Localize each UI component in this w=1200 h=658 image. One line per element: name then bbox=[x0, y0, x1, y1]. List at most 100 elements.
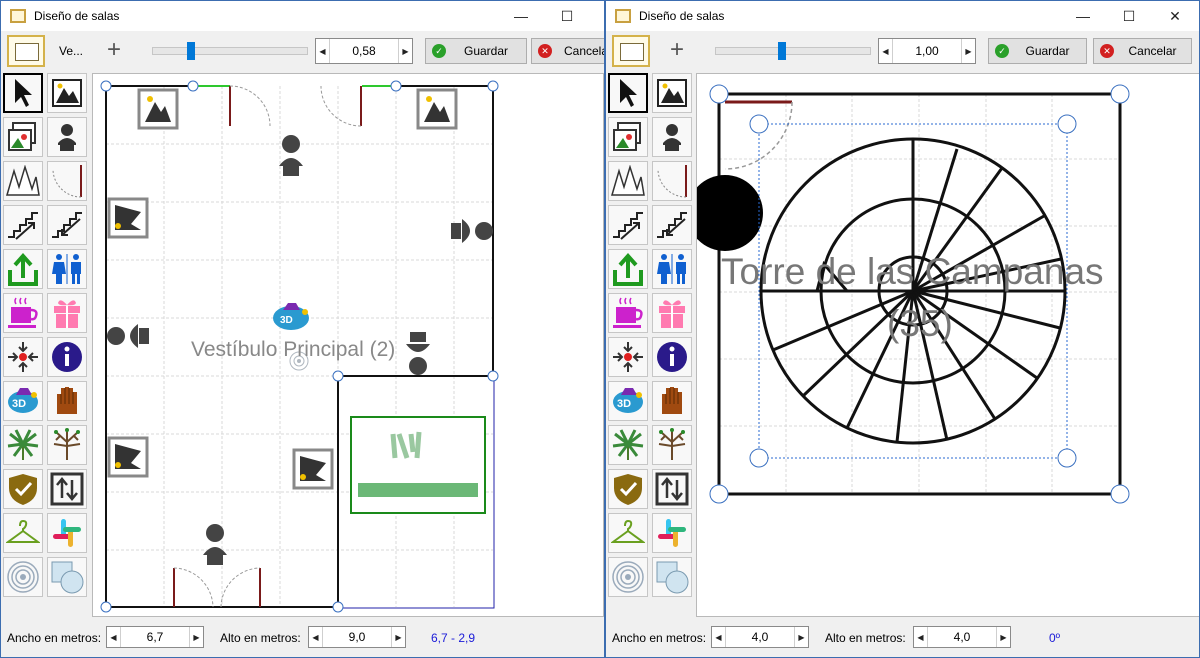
restroom-tool[interactable] bbox=[652, 249, 692, 289]
tree-tool[interactable] bbox=[652, 425, 692, 465]
zoom-slider-thumb[interactable] bbox=[187, 42, 196, 60]
cancel-button[interactable]: ✕ Cancelar bbox=[1093, 38, 1192, 64]
height-stepper[interactable]: ◀ 9,0 ▶ bbox=[308, 626, 406, 648]
cafe-tool[interactable] bbox=[3, 293, 43, 333]
pictures-tool[interactable] bbox=[608, 117, 648, 157]
shield-tool[interactable] bbox=[3, 469, 43, 509]
pictures-tool[interactable] bbox=[3, 117, 43, 157]
zoom-value[interactable]: 0,58 bbox=[330, 39, 398, 63]
mountains-tool[interactable] bbox=[3, 161, 43, 201]
room-picture-icon[interactable] bbox=[7, 35, 45, 67]
width-value[interactable]: 6,7 bbox=[121, 627, 189, 647]
exit-tool[interactable] bbox=[3, 249, 43, 289]
stairs-up-tool[interactable] bbox=[608, 205, 648, 245]
decrement-arrow-icon[interactable]: ◀ bbox=[712, 627, 726, 647]
restroom-icon bbox=[52, 254, 81, 284]
hand-tool[interactable] bbox=[47, 381, 87, 421]
pointer-tool[interactable] bbox=[3, 73, 43, 113]
maximize-icon[interactable]: ☐ bbox=[1106, 1, 1152, 31]
info-icon bbox=[52, 342, 82, 372]
width-stepper[interactable]: ◀ 6,7 ▶ bbox=[106, 626, 204, 648]
gift-tool[interactable] bbox=[47, 293, 87, 333]
zoom-slider[interactable] bbox=[715, 42, 871, 60]
plant-tool[interactable] bbox=[3, 425, 43, 465]
shapes-icon bbox=[51, 561, 84, 594]
exit-tool[interactable] bbox=[608, 249, 648, 289]
stairs-up-tool[interactable] bbox=[3, 205, 43, 245]
shield-tool[interactable] bbox=[608, 469, 648, 509]
cafe-tool[interactable] bbox=[608, 293, 648, 333]
decrement-arrow-icon[interactable]: ◀ bbox=[107, 627, 121, 647]
height-value[interactable]: 4,0 bbox=[928, 627, 996, 647]
wifi-tool[interactable] bbox=[608, 557, 648, 597]
zoom-slider[interactable] bbox=[152, 42, 308, 60]
wifi-tool[interactable] bbox=[3, 557, 43, 597]
restroom-tool[interactable] bbox=[47, 249, 87, 289]
close-icon[interactable]: ✕ bbox=[1152, 1, 1198, 31]
increment-arrow-icon[interactable]: ▶ bbox=[794, 627, 808, 647]
elevator-tool[interactable] bbox=[47, 469, 87, 509]
restroom-icon bbox=[657, 254, 686, 284]
add-icon[interactable]: + bbox=[670, 37, 684, 63]
zoom-stepper[interactable]: ◀ 0,58 ▶ bbox=[315, 38, 413, 64]
hand-tool[interactable] bbox=[652, 381, 692, 421]
hanger-tool[interactable] bbox=[608, 513, 648, 553]
increment-arrow-icon[interactable]: ▶ bbox=[391, 627, 405, 647]
increment-arrow-icon[interactable]: ▶ bbox=[398, 39, 412, 63]
view-3d-tool[interactable]: 3D bbox=[608, 381, 648, 421]
bust-tool[interactable] bbox=[652, 117, 692, 157]
save-button[interactable]: ✓ Guardar bbox=[425, 38, 527, 64]
zoom-stepper[interactable]: ◀ 1,00 ▶ bbox=[878, 38, 976, 64]
height-label: Alto en metros: bbox=[220, 631, 301, 645]
increment-arrow-icon[interactable]: ▶ bbox=[189, 627, 203, 647]
picture-tool[interactable] bbox=[652, 73, 692, 113]
floor-plan-canvas[interactable]: 3D Vestíbulo Principal (2) bbox=[92, 73, 604, 617]
width-value[interactable]: 4,0 bbox=[726, 627, 794, 647]
view-3d-tool[interactable]: 3D bbox=[3, 381, 43, 421]
door-tool[interactable] bbox=[47, 161, 87, 201]
bell-object[interactable] bbox=[687, 175, 763, 251]
stairs-down-tool[interactable] bbox=[652, 205, 692, 245]
increment-arrow-icon[interactable]: ▶ bbox=[996, 627, 1010, 647]
decrement-arrow-icon[interactable]: ◀ bbox=[316, 39, 330, 63]
zoom-value[interactable]: 1,00 bbox=[893, 39, 961, 63]
stairs-down-tool[interactable] bbox=[47, 205, 87, 245]
zoom-slider-thumb[interactable] bbox=[778, 42, 787, 60]
gift-tool[interactable] bbox=[652, 293, 692, 333]
shapes-tool[interactable] bbox=[652, 557, 692, 597]
center-tool[interactable] bbox=[3, 337, 43, 377]
cancel-button[interactable]: ✕ Cancela bbox=[531, 38, 604, 64]
minimize-icon[interactable]: — bbox=[498, 1, 544, 31]
save-button[interactable]: ✓ Guardar bbox=[988, 38, 1087, 64]
decrement-arrow-icon[interactable]: ◀ bbox=[914, 627, 928, 647]
center-tool[interactable] bbox=[608, 337, 648, 377]
slack-tool[interactable] bbox=[47, 513, 87, 553]
stairs-down-icon bbox=[52, 212, 82, 238]
minimize-icon[interactable]: — bbox=[1060, 1, 1106, 31]
slack-tool[interactable] bbox=[652, 513, 692, 553]
decrement-arrow-icon[interactable]: ◀ bbox=[879, 39, 893, 63]
tree-tool[interactable] bbox=[47, 425, 87, 465]
hanger-tool[interactable] bbox=[3, 513, 43, 553]
decrement-arrow-icon[interactable]: ◀ bbox=[309, 627, 323, 647]
status-bar: Ancho en metros: ◀ 6,7 ▶ Alto en metros:… bbox=[1, 618, 604, 657]
pointer-tool[interactable] bbox=[608, 73, 648, 113]
height-stepper[interactable]: ◀ 4,0 ▶ bbox=[913, 626, 1011, 648]
height-value[interactable]: 9,0 bbox=[323, 627, 391, 647]
door-tool[interactable] bbox=[652, 161, 692, 201]
picture-tool[interactable] bbox=[47, 73, 87, 113]
room-picture-icon[interactable] bbox=[612, 35, 650, 67]
info-tool[interactable] bbox=[652, 337, 692, 377]
width-stepper[interactable]: ◀ 4,0 ▶ bbox=[711, 626, 809, 648]
maximize-icon[interactable]: ☐ bbox=[544, 1, 590, 31]
mountains-tool[interactable] bbox=[608, 161, 648, 201]
increment-arrow-icon[interactable]: ▶ bbox=[961, 39, 975, 63]
info-tool[interactable] bbox=[47, 337, 87, 377]
add-icon[interactable]: + bbox=[107, 37, 121, 63]
floor-plan-canvas[interactable]: Torre de las Campanas (35) bbox=[687, 73, 1199, 617]
shapes-tool[interactable] bbox=[47, 557, 87, 597]
bust-tool[interactable] bbox=[47, 117, 87, 157]
elevator-tool[interactable] bbox=[652, 469, 692, 509]
pictures-icon bbox=[8, 122, 36, 151]
plant-tool[interactable] bbox=[608, 425, 648, 465]
